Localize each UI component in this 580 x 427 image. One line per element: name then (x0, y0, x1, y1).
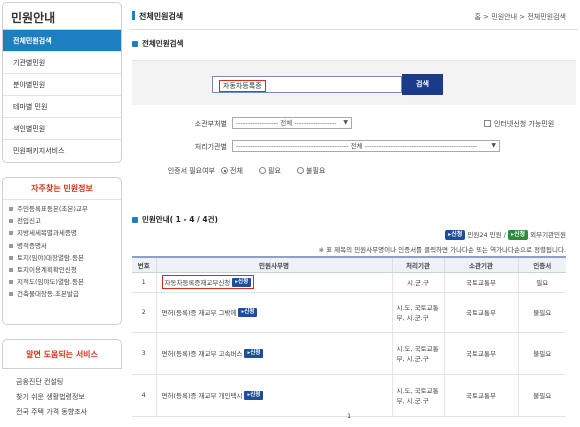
frequent-petition-link[interactable]: 건축물대장등.초본발급 (3, 288, 121, 300)
page-header: 전체민원검색 홈 > 민원안내 > 전체민원검색 (130, 0, 578, 30)
cert-label: 인증서 필요여부 (167, 167, 215, 175)
table-row: 3 면허(등록)증 재교부 고속버스 ▸신청 시.도, 국토교통부, 시.군.구 … (132, 332, 566, 375)
frequent-petitions-box: 자주찾는 민원정보 주민등록표등본(초본)교부 전입신고 지방세세목별과세증명 … (2, 177, 122, 325)
section-title: 전체민원검색 (142, 39, 184, 48)
sidebar-item-package[interactable]: 민원패키지서비스 (3, 140, 121, 162)
external-apply-badge: ▸신청 (507, 230, 529, 240)
apply-button[interactable]: ▸신청 (232, 278, 252, 288)
sidebar-item-by-index[interactable]: 색인별민원 (3, 118, 121, 140)
agency-filter-row: 처리기관별 ----------------------------------… (132, 140, 576, 154)
petition-name-link[interactable]: 자동차등록증재교부신청 (165, 279, 231, 287)
sidebar-item-by-agency[interactable]: 기관별민원 (3, 52, 121, 74)
legend: ▸신청 민원24 민원 / ▸신청 외부기관민원 (445, 229, 566, 240)
service-link[interactable]: 찾기 쉬운 생활법령정보 (2, 390, 122, 405)
sidebar: 민원안내 전체민원검색 기관별민원 분야별민원 테마별 민원 색인별민원 민원패… (2, 2, 122, 420)
useful-services-list: 금융진단 컨설팅 찾기 쉬운 생활법령정보 전국 주택 가격 동향조사 (2, 369, 122, 420)
dept-select[interactable]: ------------------ 전체 ------------------… (232, 117, 352, 129)
bullet-icon (9, 280, 13, 285)
frequent-petition-link[interactable]: 토지(임야)대장열람.등본 (3, 252, 121, 264)
frequent-petition-link[interactable]: 전입신고 (3, 215, 121, 227)
col-agency: 처리기관 (391, 256, 444, 273)
table-row: 4 면허(등록)증 재교부 개인택시 ▸신청 시.도, 국토교통부, 시.군.구 … (132, 374, 566, 417)
bullet-icon (9, 243, 13, 248)
col-cert[interactable]: 인증서 (517, 256, 566, 273)
sidebar-item-all-search[interactable]: 전체민원검색 (3, 30, 121, 52)
radio-icon (259, 167, 266, 174)
search-input-value: 자동차등록증 (219, 80, 266, 92)
chevron-down-icon: ▼ (343, 119, 348, 126)
petition-name-link[interactable]: 면허(등록)증 재교부 고속버스 (162, 350, 243, 358)
search-input[interactable]: 자동차등록증 (212, 76, 402, 93)
internet-apply-checkbox[interactable]: 인터넷신청 가능민원 (484, 119, 554, 129)
cert-radio-not-required[interactable]: 불필요 (297, 166, 325, 176)
frequent-petition-link[interactable]: 토지이용계획확인신청 (3, 264, 121, 276)
table-header-row: 번호 민원사무명 처리기관 소관기관 인증서 (132, 256, 566, 273)
bullet-icon (9, 219, 13, 224)
sort-note: ※ 표 제목의 민원사무명이나 인증서를 클릭하면 가나다순 또는 역가나다순으… (318, 246, 566, 254)
apply-button[interactable]: ▸신청 (244, 391, 264, 401)
petition-table: 번호 민원사무명 처리기관 소관기관 인증서 1 자동차등록증재교부신청 ▸신청 … (132, 256, 566, 417)
chevron-down-icon: ▼ (491, 142, 496, 149)
petition-name-highlight[interactable]: 자동차등록증재교부신청 ▸신청 (161, 274, 255, 290)
dept-filter-row: 소관부처별 ------------------ 전체 ------------… (132, 117, 576, 131)
bullet-icon (9, 207, 13, 211)
frequent-petition-link[interactable]: 지적도(임야도)열람.등본 (3, 276, 121, 288)
cert-filter-row: 인증서 필요여부 전체 필요 불필요 (132, 166, 576, 178)
radio-icon (221, 167, 228, 174)
bullet-icon (9, 231, 13, 236)
table-row: 1 자동차등록증재교부신청 ▸신청 시.군.구 국토교통부 필요 (132, 272, 566, 293)
sidebar-menu: 전체민원검색 기관별민원 분야별민원 테마별 민원 색인별민원 민원패키지서비스 (2, 30, 122, 163)
title-bar-icon (132, 11, 135, 20)
sidebar-title: 민원안내 (2, 2, 122, 30)
dept-label: 소관부처별 (194, 120, 227, 128)
square-bullet-icon (132, 217, 138, 223)
checkbox-icon (484, 120, 491, 127)
frequent-petition-link[interactable]: 주민등록표등본(초본)교부 (3, 203, 121, 215)
cert-radio-required[interactable]: 필요 (259, 166, 281, 176)
breadcrumb[interactable]: 홈 > 민원안내 > 전체민원검색 (475, 12, 566, 22)
frequent-petitions-title: 자주찾는 민원정보 (3, 178, 121, 200)
apply-button[interactable]: ▸신청 (244, 349, 264, 359)
table-row: 2 면허(등록)증 재교부 그밖에 ▸신청 시.도, 국토교통부, 시.군.구 국… (132, 292, 566, 333)
minwon24-apply-badge: ▸신청 (445, 230, 466, 240)
petition-name-link[interactable]: 면허(등록)증 재교부 개인택시 (162, 392, 243, 400)
square-bullet-icon (132, 41, 138, 47)
agency-label: 처리기관별 (194, 143, 227, 151)
search-area: 자동차등록증 검색 (132, 60, 576, 105)
col-dept: 소관기관 (443, 256, 518, 273)
list-title: 민원안내( 1 - 4 / 4건) (142, 215, 218, 224)
petition-name-link[interactable]: 면허(등록)증 재교부 그밖에 (162, 309, 237, 317)
col-number: 번호 (132, 256, 156, 273)
sidebar-item-by-field[interactable]: 분야별민원 (3, 74, 121, 96)
search-button[interactable]: 검색 (402, 74, 443, 95)
bullet-icon (9, 292, 13, 297)
service-link[interactable]: 전국 주택 가격 동향조사 (2, 405, 122, 420)
service-link[interactable]: 금융진단 컨설팅 (2, 375, 122, 390)
apply-button[interactable]: ▸신청 (238, 308, 258, 318)
useful-services-title: 알면 도움되는 서비스 (2, 339, 122, 369)
cert-radio-all[interactable]: 전체 (221, 166, 243, 176)
main-content: 전체민원검색 홈 > 민원안내 > 전체민원검색 전체민원검색 자동차등록증 검… (130, 0, 578, 420)
bullet-icon (9, 267, 13, 272)
page-title: 전체민원검색 (139, 12, 184, 21)
bullet-icon (9, 255, 13, 260)
col-name[interactable]: 민원사무명 (155, 256, 392, 273)
pagination-page[interactable]: 1 (347, 412, 351, 420)
sidebar-item-by-theme[interactable]: 테마별 민원 (3, 96, 121, 118)
frequent-petition-link[interactable]: 병적증명서 (3, 240, 121, 252)
frequent-petition-link[interactable]: 지방세세목별과세증명 (3, 227, 121, 239)
radio-icon (297, 167, 304, 174)
agency-select[interactable]: ----------------------------------------… (232, 140, 500, 152)
